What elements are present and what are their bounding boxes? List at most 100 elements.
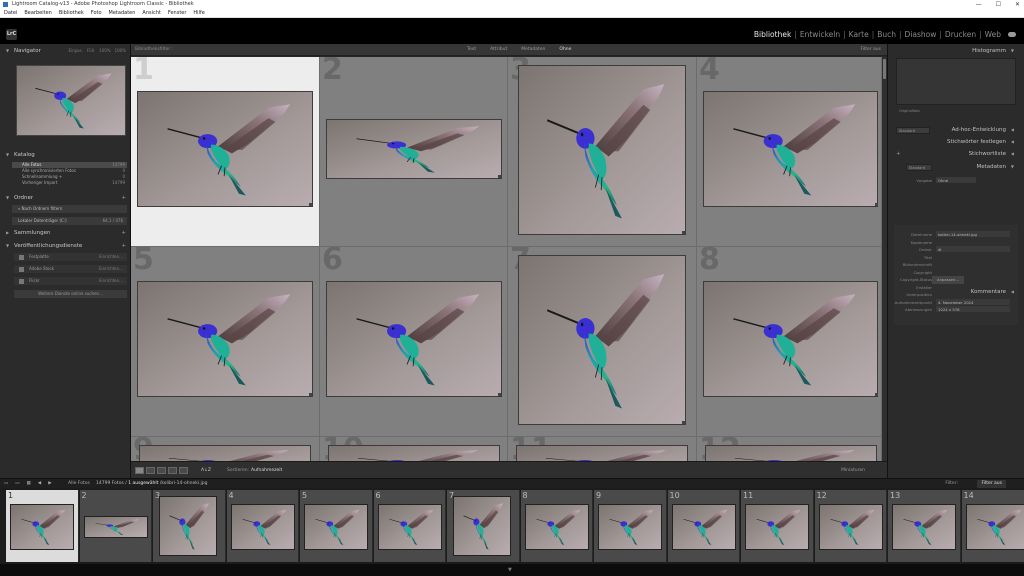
filmstrip-thumb[interactable]: 9	[594, 490, 667, 562]
people-view-icon[interactable]	[179, 467, 188, 474]
menu-foto[interactable]: Foto	[91, 9, 102, 17]
module-diashow[interactable]: Diashow	[902, 30, 940, 39]
publish-service-item[interactable]: Adobe Stock Einrichten...	[14, 265, 127, 273]
grid-cell[interactable]: 1	[131, 57, 320, 247]
service-setup-link[interactable]: Einrichten...	[99, 253, 123, 261]
maximize-button[interactable]: ☐	[996, 0, 1001, 9]
grid-cell[interactable]: 7	[508, 247, 697, 437]
zoom-fill[interactable]: Füll.	[87, 46, 95, 56]
photo-thumbnail[interactable]	[705, 445, 877, 461]
grid-cell[interactable]: 2	[320, 57, 508, 247]
thumbnail-size-label[interactable]: Miniaturen	[841, 462, 865, 479]
metadata-value[interactable]: 1024 x 576	[936, 306, 1010, 312]
filmstrip-filter-select[interactable]: Filter aus	[977, 480, 1006, 488]
menu-fenster[interactable]: Fenster	[168, 9, 187, 17]
quick-develop-header[interactable]: Ad-hoc-Entwicklung ◀	[894, 125, 1018, 135]
grid-cell[interactable]: 8	[697, 247, 882, 437]
module-karte[interactable]: Karte	[846, 30, 872, 39]
metadata-value[interactable]	[936, 261, 1010, 267]
folder-search[interactable]: ⌕ Nach Ordnern filtern	[12, 205, 127, 213]
metadata-value[interactable]	[936, 269, 1010, 275]
module-drucken[interactable]: Drucken	[942, 30, 979, 39]
sort-value-dropdown[interactable]: Aufnahmezeit	[251, 462, 282, 479]
cloud-sync-icon[interactable]	[1008, 32, 1016, 37]
catalog-item[interactable]: Vorheriger Import 14799	[12, 180, 127, 186]
comments-header[interactable]: Kommentare ◀	[894, 287, 1018, 297]
add-folder-icon[interactable]: +	[121, 193, 126, 203]
loupe-view-icon[interactable]	[146, 467, 155, 474]
scrollbar-thumb[interactable]	[883, 59, 886, 79]
filmstrip-thumb[interactable]: 14	[961, 490, 1024, 562]
metadata-value[interactable]: dl	[936, 246, 1010, 252]
photo-thumbnail[interactable]	[326, 281, 502, 397]
zoom-100[interactable]: 100%	[99, 46, 110, 56]
customize-metadata-button[interactable]: Anpassen...	[932, 276, 964, 284]
filter-option-text[interactable]: Text	[467, 44, 476, 56]
filmstrip-thumb[interactable]: 10	[667, 490, 740, 562]
menu-bearbeiten[interactable]: Bearbeiten	[24, 9, 51, 17]
metadata-value[interactable]	[936, 239, 1010, 245]
histogram-header[interactable]: Histogramm ▼	[894, 46, 1018, 56]
metadata-value[interactable]	[936, 254, 1010, 260]
module-buch[interactable]: Buch	[874, 30, 899, 39]
publish-service-item[interactable]: Flickr Einrichten...	[14, 277, 127, 285]
photo-thumbnail[interactable]	[137, 281, 313, 397]
grid-cell[interactable]: 5	[131, 247, 320, 437]
add-publish-icon[interactable]: +	[121, 241, 126, 251]
service-setup-link[interactable]: Einrichten...	[99, 265, 123, 273]
metadata-header[interactable]: Metadaten ▼	[894, 162, 1018, 172]
zoom-fit[interactable]: Einpas.	[68, 46, 83, 56]
survey-view-icon[interactable]	[168, 467, 177, 474]
menu-hilfe[interactable]: Hilfe	[193, 9, 204, 17]
photo-thumbnail[interactable]	[326, 119, 502, 179]
filmstrip-thumb[interactable]: 6	[373, 490, 446, 562]
metadata-value[interactable]: 4. November 2024	[936, 298, 1010, 305]
navigator-preview[interactable]	[16, 65, 126, 136]
navigator-header[interactable]: ▼ Navigator Einpas. Füll. 100% 100%	[0, 46, 130, 56]
filmstrip-thumb[interactable]: 7	[447, 490, 520, 562]
photo-thumbnail[interactable]	[137, 91, 313, 207]
grid-view-icon[interactable]	[135, 467, 144, 474]
menu-bibliothek[interactable]: Bibliothek	[59, 9, 84, 17]
grid-cell[interactable]: 10	[320, 437, 508, 461]
filmstrip-thumb[interactable]: 13	[888, 490, 961, 562]
grid-cell[interactable]: 3	[508, 57, 697, 247]
photo-thumbnail[interactable]	[516, 445, 688, 461]
photo-thumbnail[interactable]	[328, 445, 500, 461]
drive-row[interactable]: Lokaler Datenträger (C:) 64,1 / 476	[12, 217, 127, 225]
collections-header[interactable]: ▶ Sammlungen +	[0, 228, 130, 238]
keyword-list-header[interactable]: + Stichwortliste ◀	[894, 149, 1018, 159]
grid-cell[interactable]: 4	[697, 57, 882, 247]
catalog-header[interactable]: ▼ Katalog	[0, 150, 130, 160]
sort-direction-toggle[interactable]: A↓Z	[201, 462, 211, 479]
photo-thumbnail[interactable]	[518, 65, 686, 235]
zoom-custom[interactable]: 100%	[115, 46, 126, 56]
filmstrip-thumb[interactable]: 12	[814, 490, 887, 562]
compare-view-icon[interactable]	[157, 467, 166, 474]
expand-arrow-icon[interactable]: ▼	[508, 567, 512, 573]
filmstrip-thumb[interactable]: 5	[300, 490, 373, 562]
add-keyword-icon[interactable]: +	[896, 149, 901, 159]
preset-value[interactable]: Ohne	[936, 177, 976, 183]
filter-status[interactable]: Filter aus	[860, 44, 881, 56]
metadata-value[interactable]: kolibri-14-ohneki.jpg	[936, 231, 1010, 237]
folders-header[interactable]: ▼ Ordner +	[0, 193, 130, 203]
service-setup-link[interactable]: Einrichten...	[99, 277, 123, 285]
add-collection-icon[interactable]: +	[121, 228, 126, 238]
close-button[interactable]: ✕	[1015, 0, 1020, 9]
grid-cell[interactable]: 9	[131, 437, 320, 461]
module-web[interactable]: Web	[982, 30, 1004, 39]
filmstrip-thumb[interactable]: 2	[79, 490, 152, 562]
menu-ansicht[interactable]: Ansicht	[142, 9, 160, 17]
photo-thumbnail[interactable]	[518, 255, 686, 425]
filter-option-metadaten[interactable]: Metadaten	[521, 44, 545, 56]
filmstrip-thumb[interactable]: 4	[226, 490, 299, 562]
filmstrip-thumb[interactable]: 3	[153, 490, 226, 562]
module-entwickeln[interactable]: Entwickeln	[797, 30, 843, 39]
filmstrip-thumb[interactable]: 1	[6, 490, 79, 562]
photo-thumbnail[interactable]	[703, 281, 878, 397]
module-bibliothek[interactable]: Bibliothek	[751, 30, 794, 39]
minimize-button[interactable]: —	[976, 0, 982, 9]
keywording-header[interactable]: Stichwörter festlegen ◀	[894, 137, 1018, 147]
grid-cell[interactable]: 12	[697, 437, 882, 461]
